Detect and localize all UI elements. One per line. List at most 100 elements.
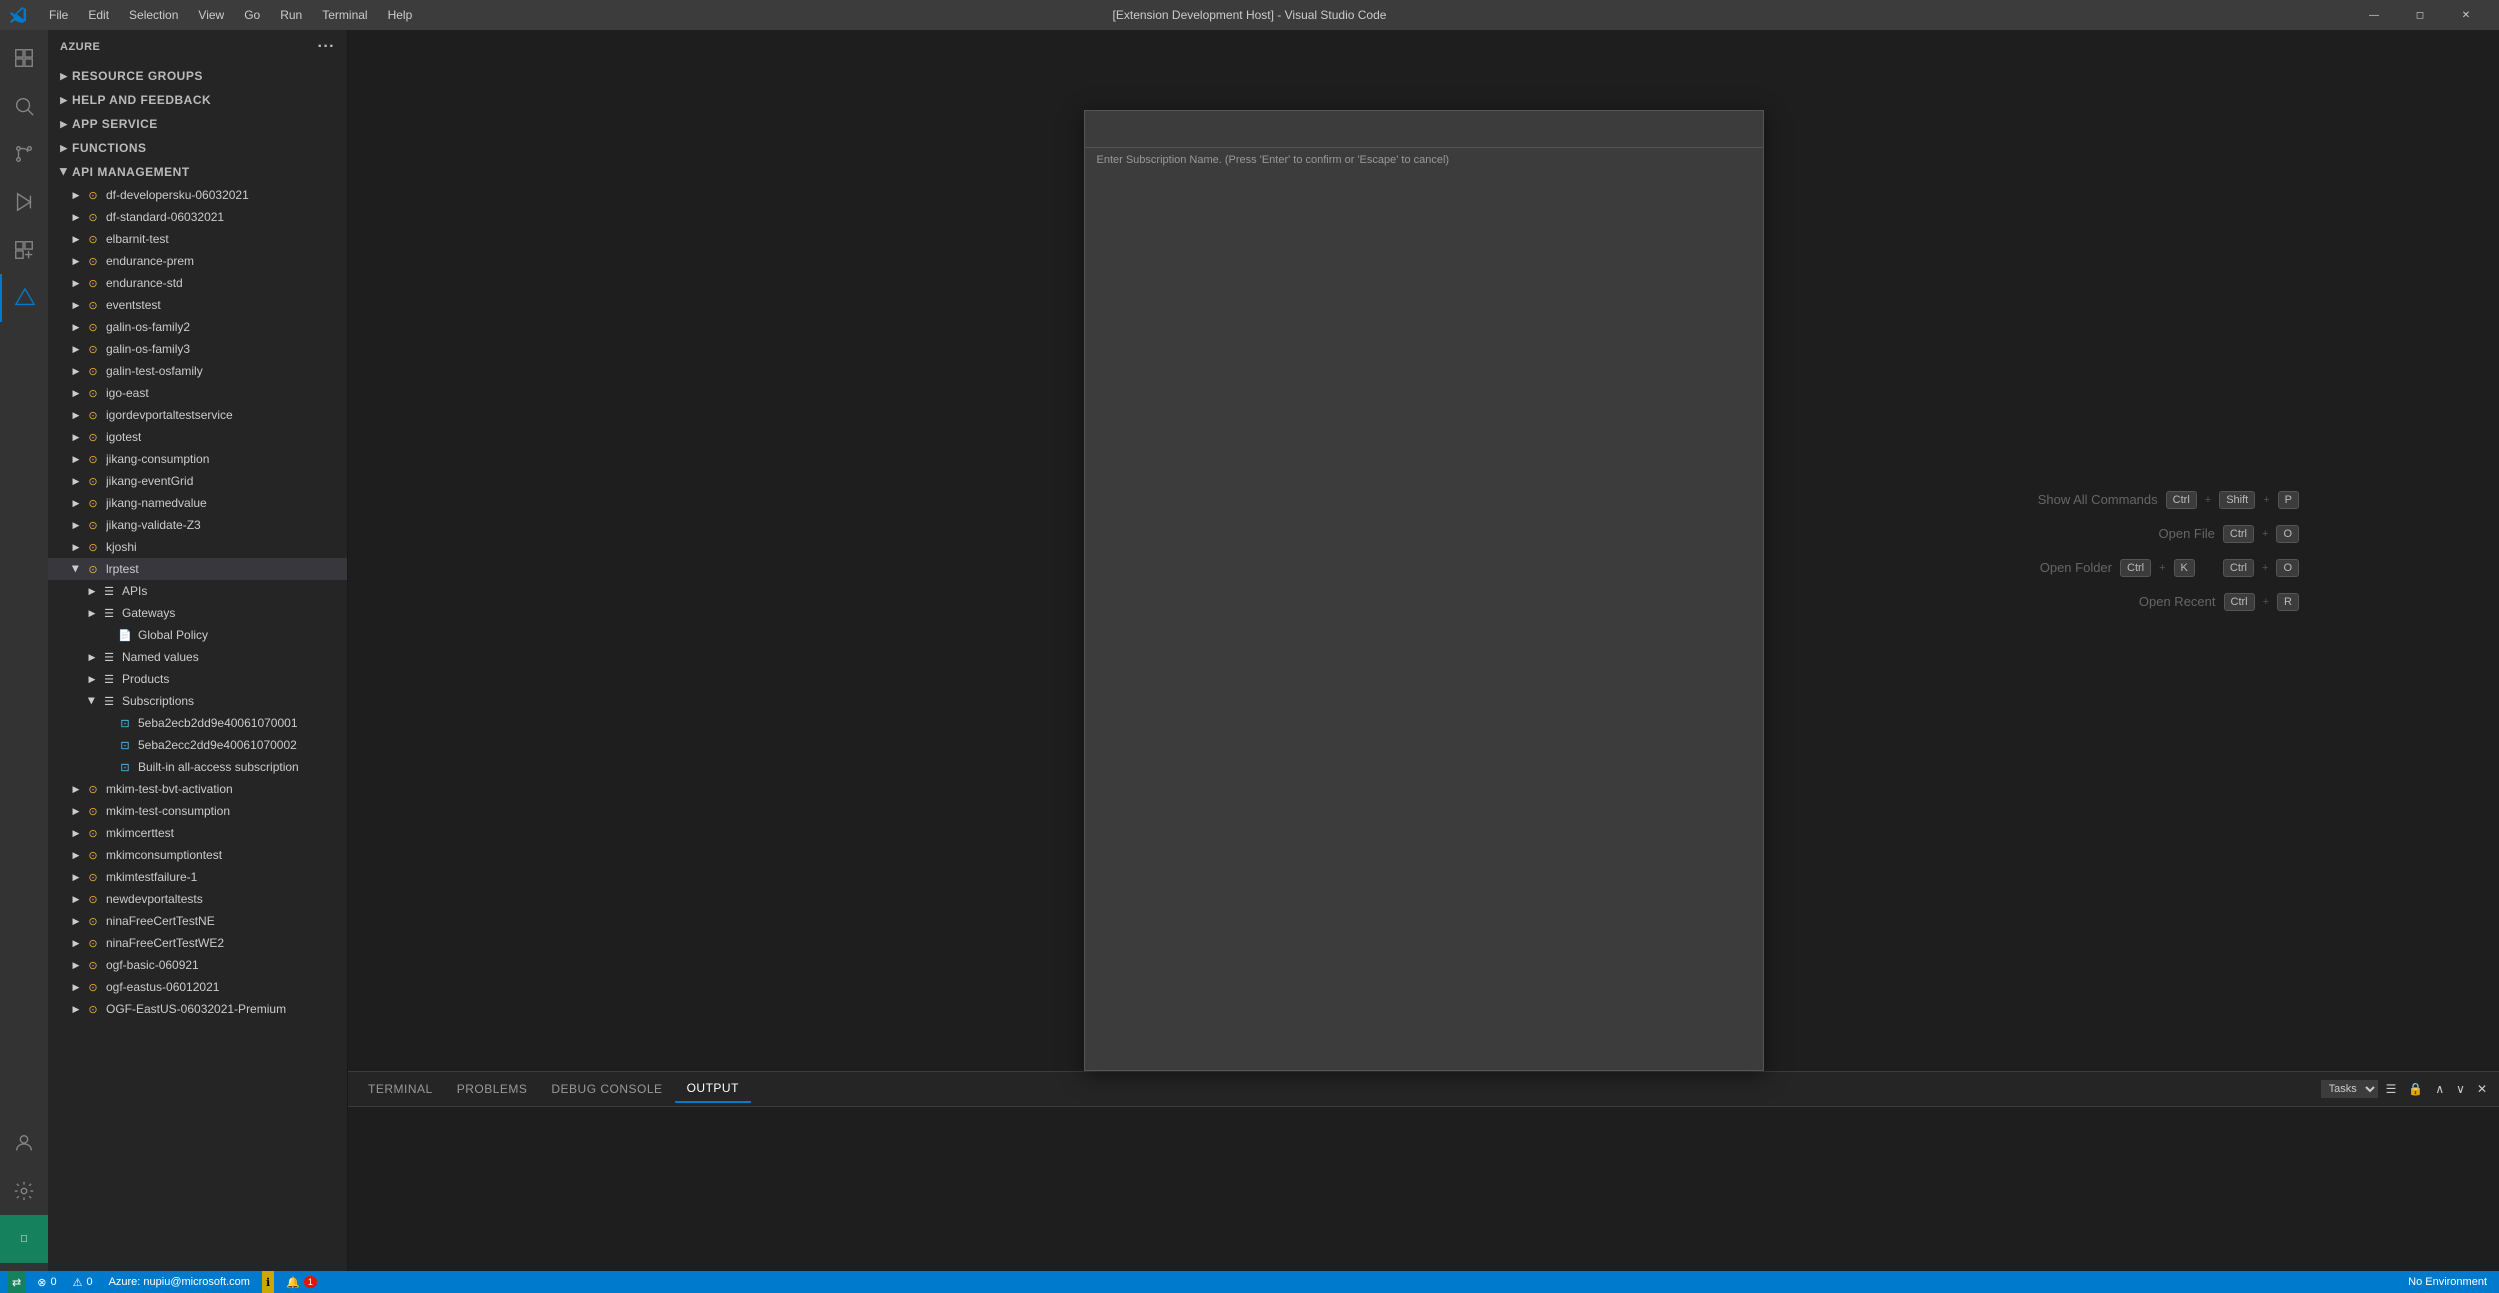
api-management-icon: ⊙ [84, 406, 102, 424]
activity-remote[interactable]:  [0, 1215, 48, 1263]
section-app-service[interactable]: ▶ APP SERVICE [48, 112, 347, 136]
menu-run[interactable]: Run [272, 6, 310, 24]
tree-item-mkim-test-consumption[interactable]: ▶ ⊙ mkim-test-consumption [48, 800, 347, 822]
tree-item-named-values[interactable]: ▶ ☰ Named values [48, 646, 347, 668]
tree-item-ninaFreeCertTestNE[interactable]: ▶ ⊙ ninaFreeCertTestNE [48, 910, 347, 932]
tree-item-eventstest[interactable]: ▶ ⊙ eventstest [48, 294, 347, 316]
task-selector[interactable]: Tasks [2321, 1080, 2378, 1098]
tree-item-elbarnit-test[interactable]: ▶ ⊙ elbarnit-test [48, 228, 347, 250]
tab-problems[interactable]: PROBLEMS [445, 1076, 540, 1102]
tree-item-mkimtestfailure-1[interactable]: ▶ ⊙ mkimtestfailure-1 [48, 866, 347, 888]
tree-item-apis[interactable]: ▶ ☰ APIs [48, 580, 347, 602]
menu-terminal[interactable]: Terminal [314, 6, 375, 24]
menu-go[interactable]: Go [236, 6, 268, 24]
tree-item-kjoshi[interactable]: ▶ ⊙ kjoshi [48, 536, 347, 558]
item-label-newdevportaltests: newdevportaltests [106, 892, 203, 906]
tree-item-df-developersku[interactable]: ▶ ⊙ df-developersku-06032021 [48, 184, 347, 206]
tree-item-jikang-namedvalue[interactable]: ▶ ⊙ jikang-namedvalue [48, 492, 347, 514]
tree-item-newdevportaltests[interactable]: ▶ ⊙ newdevportaltests [48, 888, 347, 910]
item-label-kjoshi: kjoshi [106, 540, 137, 554]
tree-item-jikang-eventGrid[interactable]: ▶ ⊙ jikang-eventGrid [48, 470, 347, 492]
tree-item-igo-east[interactable]: ▶ ⊙ igo-east [48, 382, 347, 404]
sidebar-more-actions[interactable]: ··· [318, 38, 335, 56]
tree-item-endurance-std[interactable]: ▶ ⊙ endurance-std [48, 272, 347, 294]
error-icon: ⊗ [37, 1276, 46, 1289]
item-label-ninaFreeCertTestNE: ninaFreeCertTestNE [106, 914, 215, 928]
menu-help[interactable]: Help [380, 6, 421, 24]
api-management-icon: ⊙ [84, 450, 102, 468]
tree-item-jikang-validate-Z3[interactable]: ▶ ⊙ jikang-validate-Z3 [48, 514, 347, 536]
tree-item-lrptest[interactable]: ▶ ⊙ lrptest [48, 558, 347, 580]
activity-account[interactable] [0, 1119, 48, 1167]
status-remote-indicator[interactable]: ⇄ [8, 1271, 25, 1293]
section-functions[interactable]: ▶ FUNCTIONS [48, 136, 347, 160]
panel-content [348, 1107, 2499, 1271]
tree-item-gateways[interactable]: ▶ ☰ Gateways [48, 602, 347, 624]
tab-debug-console[interactable]: DEBUG CONSOLE [539, 1076, 674, 1102]
menu-selection[interactable]: Selection [121, 6, 186, 24]
chevron-right-icon: ▶ [68, 319, 84, 335]
subscription-name-input[interactable] [1085, 111, 1763, 147]
tab-terminal[interactable]: TERMINAL [356, 1076, 445, 1102]
activity-explorer[interactable] [0, 34, 48, 82]
menu-view[interactable]: View [190, 6, 232, 24]
section-help-feedback[interactable]: ▶ HELP AND FEEDBACK [48, 88, 347, 112]
tree-item-global-policy[interactable]: ▶ 📄 Global Policy [48, 624, 347, 646]
tab-output[interactable]: OUTPUT [675, 1075, 751, 1103]
tree-item-ogf-eastus-06012021[interactable]: ▶ ⊙ ogf-eastus-06012021 [48, 976, 347, 998]
panel-close-icon[interactable]: ✕ [2473, 1080, 2491, 1098]
panel-list-icon[interactable]: ☰ [2382, 1080, 2401, 1098]
panel-chevron-down-icon[interactable]: ∨ [2452, 1080, 2469, 1098]
tree-item-mkim-test-bvt-activation[interactable]: ▶ ⊙ mkim-test-bvt-activation [48, 778, 347, 800]
tree-item-ninaFreeCertTestWE2[interactable]: ▶ ⊙ ninaFreeCertTestWE2 [48, 932, 347, 954]
chevron-right-icon: ▶ [84, 649, 100, 665]
menu-file[interactable]: File [41, 6, 76, 24]
list-icon: ☰ [100, 648, 118, 666]
tree-item-sub2[interactable]: ▶ ⊡ 5eba2ecc2dd9e40061070002 [48, 734, 347, 756]
menu-edit[interactable]: Edit [80, 6, 117, 24]
tree-item-mkimcerttest[interactable]: ▶ ⊙ mkimcerttest [48, 822, 347, 844]
close-button[interactable]: ✕ [2443, 0, 2489, 30]
activity-settings[interactable] [0, 1167, 48, 1215]
tree-item-jikang-consumption[interactable]: ▶ ⊙ jikang-consumption [48, 448, 347, 470]
tree-item-igordevportaltestservice[interactable]: ▶ ⊙ igordevportaltestservice [48, 404, 347, 426]
tree-item-subscriptions[interactable]: ▶ ☰ Subscriptions [48, 690, 347, 712]
tree-item-df-standard[interactable]: ▶ ⊙ df-standard-06032021 [48, 206, 347, 228]
sidebar-title: AZURE [60, 41, 100, 53]
activity-run[interactable] [0, 178, 48, 226]
section-api-management[interactable]: ▶ API MANAGEMENT [48, 160, 347, 184]
panel-lock-icon[interactable]: 🔒 [2404, 1080, 2427, 1098]
activity-search[interactable] [0, 82, 48, 130]
status-warnings[interactable]: ⚠ 0 [69, 1271, 97, 1293]
tree-item-mkimconsumptiontest[interactable]: ▶ ⊙ mkimconsumptiontest [48, 844, 347, 866]
item-label-jikang-validate-Z3: jikang-validate-Z3 [106, 518, 201, 532]
activity-azure[interactable] [0, 274, 48, 322]
activity-extensions[interactable] [0, 226, 48, 274]
tree-item-igotest[interactable]: ▶ ⊙ igotest [48, 426, 347, 448]
maximize-button[interactable]: ◻ [2397, 0, 2443, 30]
tree-item-ogf-eastus-06032021-premium[interactable]: ▶ ⊙ OGF-EastUS-06032021-Premium [48, 998, 347, 1020]
item-label-apis: APIs [122, 584, 147, 598]
status-no-environment[interactable]: No Environment [2404, 1271, 2491, 1293]
item-label-ogf-eastus-06012021: ogf-eastus-06012021 [106, 980, 219, 994]
status-azure-account[interactable]: Azure: nupiu@microsoft.com [105, 1271, 254, 1293]
tree-item-galin-os-family2[interactable]: ▶ ⊙ galin-os-family2 [48, 316, 347, 338]
sidebar-content[interactable]: ▶ RESOURCE GROUPS ▶ HELP AND FEEDBACK ▶ … [48, 64, 347, 1271]
no-environment-label: No Environment [2408, 1276, 2487, 1288]
status-errors[interactable]: ⊗ 0 [33, 1271, 60, 1293]
status-info[interactable]: ℹ [262, 1271, 274, 1293]
tree-item-products[interactable]: ▶ ☰ Products [48, 668, 347, 690]
tree-item-ogf-basic-060921[interactable]: ▶ ⊙ ogf-basic-060921 [48, 954, 347, 976]
section-resource-groups[interactable]: ▶ RESOURCE GROUPS [48, 64, 347, 88]
tree-item-sub3[interactable]: ▶ ⊡ Built-in all-access subscription [48, 756, 347, 778]
tree-item-endurance-prem[interactable]: ▶ ⊙ endurance-prem [48, 250, 347, 272]
tree-item-galin-test-osfamily[interactable]: ▶ ⊙ galin-test-osfamily [48, 360, 347, 382]
panel-chevron-up-icon[interactable]: ∧ [2431, 1080, 2448, 1098]
activity-source-control[interactable] [0, 130, 48, 178]
minimize-button[interactable]: — [2351, 0, 2397, 30]
tree-item-sub1[interactable]: ▶ ⊡ 5eba2ecb2dd9e40061070001 [48, 712, 347, 734]
section-functions-label: FUNCTIONS [72, 141, 147, 155]
tree-item-galin-os-family3[interactable]: ▶ ⊙ galin-os-family3 [48, 338, 347, 360]
main-container:  AZURE ··· ▶ RESOURCE GROUPS ▶ HELP AND… [0, 30, 2499, 1271]
status-notification[interactable]: 🔔 1 [282, 1271, 321, 1293]
